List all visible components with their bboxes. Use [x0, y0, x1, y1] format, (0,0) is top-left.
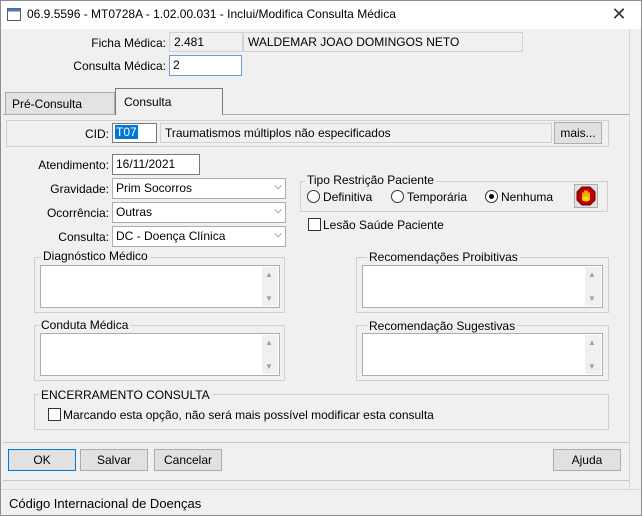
vertical-scrollbar[interactable]: ▲ ▼	[585, 267, 601, 306]
cid-description: Traumatismos múltiplos não especificados	[160, 123, 552, 143]
tab-label: Pré-Consulta	[12, 97, 83, 111]
ocorrencia-label: Ocorrência:	[46, 206, 109, 220]
conduta-textarea[interactable]: ▲ ▼	[40, 333, 280, 376]
lesao-checkbox[interactable]	[308, 218, 321, 231]
diagnostico-title: Diagnóstico Médico	[41, 249, 150, 263]
radio-definitiva[interactable]	[307, 190, 320, 203]
rec-proibitivas-title: Recomendações Proibitivas	[367, 250, 520, 264]
vertical-scrollbar[interactable]: ▲ ▼	[585, 335, 601, 374]
radio-temporaria[interactable]	[391, 190, 404, 203]
status-bar: Código Internacional de Doenças	[1, 489, 641, 515]
title-bar[interactable]: 06.9.5596 - MT0728A - 1.02.00.031 - Incl…	[1, 1, 641, 29]
gravidade-value: Prim Socorros	[116, 181, 193, 195]
tab-label: Consulta	[124, 95, 172, 109]
rec-sugestivas-textarea[interactable]: ▲ ▼	[362, 333, 603, 376]
encerramento-title: ENCERRAMENTO CONSULTA	[39, 388, 212, 402]
footer-divider	[3, 480, 629, 481]
tab-consulta[interactable]: Consulta	[115, 88, 223, 115]
stop-hand-button[interactable]	[574, 184, 598, 208]
radio-temporaria-label: Temporária	[407, 190, 468, 204]
cid-label: CID:	[85, 127, 109, 141]
consulta-type-label: Consulta:	[58, 230, 109, 244]
tab-pre-consulta[interactable]: Pré-Consulta	[5, 92, 115, 114]
window-title: 06.9.5596 - MT0728A - 1.02.00.031 - Incl…	[27, 7, 396, 21]
rec-sugestivas-title: Recomendação Sugestivas	[367, 319, 518, 333]
cid-more-button[interactable]: mais...	[554, 122, 602, 144]
tab-divider	[3, 114, 629, 115]
consulta-type-value: DC - Doença Clínica	[116, 229, 226, 243]
radio-definitiva-label: Definitiva	[323, 190, 373, 204]
dialog-window: 06.9.5596 - MT0728A - 1.02.00.031 - Incl…	[0, 0, 642, 516]
window-edge	[629, 29, 641, 489]
radio-nenhuma-label: Nenhuma	[501, 190, 554, 204]
atendimento-label: Atendimento:	[38, 158, 109, 172]
rec-proibitivas-textarea[interactable]: ▲ ▼	[362, 265, 603, 308]
chevron-down-icon: ⌵	[274, 181, 282, 192]
gravidade-label: Gravidade:	[50, 182, 109, 196]
diagnostico-textarea[interactable]: ▲ ▼	[40, 265, 280, 308]
status-text: Código Internacional de Doenças	[9, 496, 202, 511]
patient-name: WALDEMAR JOAO DOMINGOS NETO	[243, 32, 523, 52]
ok-button[interactable]: OK	[8, 449, 76, 471]
ajuda-button[interactable]: Ajuda	[553, 449, 621, 471]
encerramento-checkbox[interactable]	[48, 408, 61, 421]
ficha-number: 2.481	[169, 32, 243, 52]
consulta-label: Consulta Médica:	[73, 59, 166, 73]
app-icon	[7, 8, 21, 21]
radio-nenhuma[interactable]	[485, 190, 498, 203]
vertical-scrollbar[interactable]: ▲ ▼	[262, 267, 278, 306]
conduta-title: Conduta Médica	[39, 318, 131, 332]
gravidade-select[interactable]: Prim Socorros ⌵	[112, 178, 286, 199]
footer-divider	[3, 442, 629, 443]
cid-code-field[interactable]: T07	[112, 123, 157, 143]
vertical-scrollbar[interactable]: ▲ ▼	[262, 335, 278, 374]
cid-code-value: T07	[115, 125, 138, 139]
stop-hand-icon	[576, 186, 596, 206]
salvar-button[interactable]: Salvar	[80, 449, 148, 471]
cancelar-button[interactable]: Cancelar	[154, 449, 222, 471]
encerramento-label: Marcando esta opção, não será mais possí…	[63, 408, 434, 422]
consulta-number-field[interactable]: 2	[169, 55, 242, 76]
ocorrencia-value: Outras	[116, 205, 153, 219]
close-icon[interactable]: ✕	[597, 1, 641, 29]
ocorrencia-select[interactable]: Outras ⌵	[112, 202, 286, 223]
consulta-type-select[interactable]: DC - Doença Clínica ⌵	[112, 226, 286, 247]
atendimento-date-field[interactable]: 16/11/2021	[112, 154, 200, 175]
restricao-title: Tipo Restrição Paciente	[305, 173, 436, 187]
chevron-down-icon: ⌵	[274, 229, 282, 240]
lesao-label: Lesão Saúde Paciente	[323, 218, 444, 232]
ficha-label: Ficha Médica:	[91, 36, 166, 50]
chevron-down-icon: ⌵	[274, 205, 282, 216]
